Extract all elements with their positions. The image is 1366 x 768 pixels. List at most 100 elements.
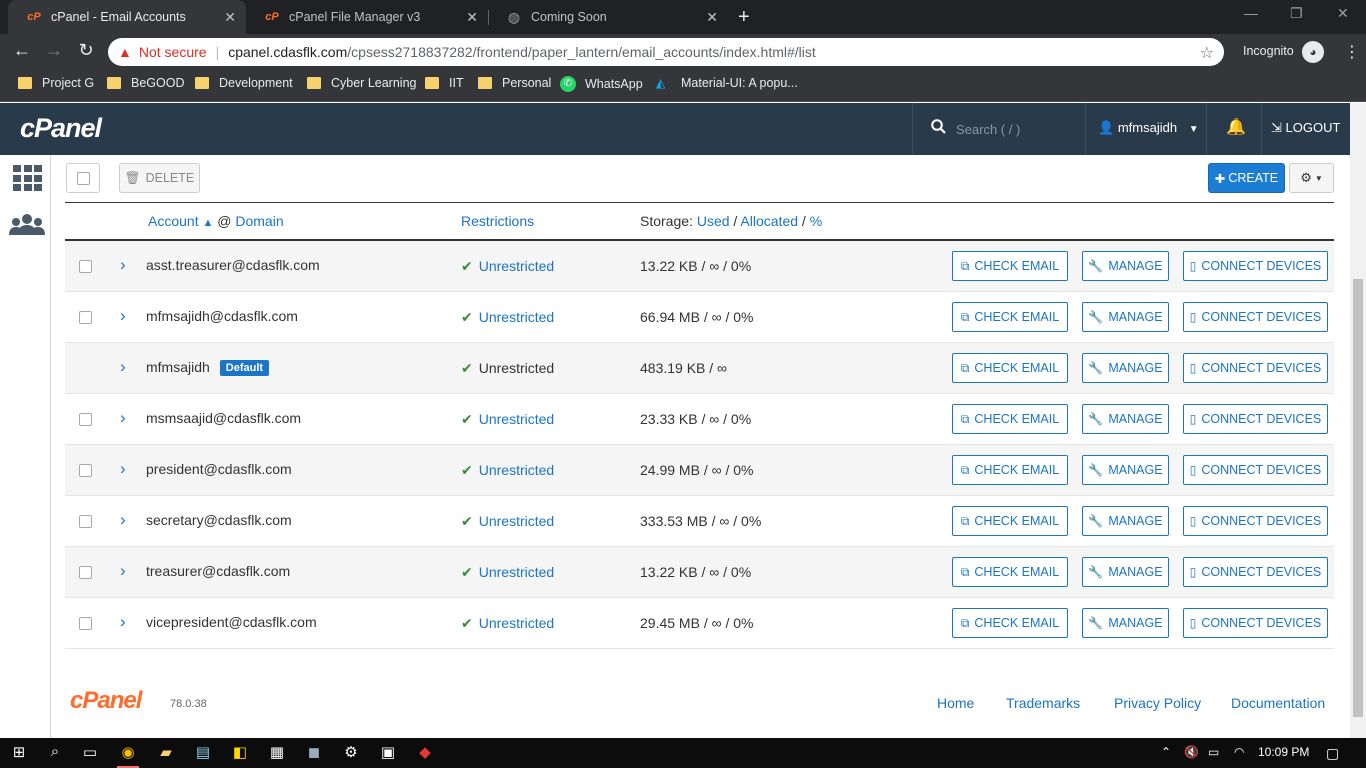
restriction-link[interactable]: Unrestricted (479, 615, 554, 631)
volume-muted-icon[interactable]: 🔇 (1184, 745, 1199, 759)
bookmark-material-ui[interactable]: ◭ Material-UI: A popu... (656, 76, 798, 90)
manage-button[interactable]: 🔧 MANAGE (1082, 302, 1169, 332)
restore-icon[interactable]: ❐ (1290, 5, 1303, 22)
logout-button[interactable]: ⇲ LOGOUT (1271, 120, 1340, 136)
row-checkbox[interactable] (79, 260, 92, 273)
windows-start-icon[interactable]: ⊞ (8, 743, 30, 761)
footer-link-privacy-policy[interactable]: Privacy Policy (1114, 695, 1201, 711)
forward-arrow-icon[interactable]: → (42, 40, 66, 61)
check-email-button[interactable]: ⧉ CHECK EMAIL (952, 353, 1068, 383)
restriction-link[interactable]: Unrestricted (479, 411, 554, 427)
connect-devices-button[interactable]: ▯ CONNECT DEVICES (1183, 455, 1328, 485)
clock-time[interactable]: 10:09 PM (1258, 745, 1309, 759)
search-input[interactable] (956, 121, 1076, 137)
cpanel-logo[interactable]: cPanel (20, 113, 102, 144)
connect-devices-button[interactable]: ▯ CONNECT DEVICES (1183, 404, 1328, 434)
chevron-up-icon[interactable]: ⌃ (1161, 745, 1171, 759)
bookmark-project-g[interactable]: Project G (18, 76, 94, 90)
battery-icon[interactable]: ▭ (1208, 745, 1219, 759)
restriction-link[interactable]: Unrestricted (479, 258, 554, 274)
remote-desktop-icon[interactable]: ▣ (377, 743, 399, 761)
manage-button[interactable]: 🔧 MANAGE (1082, 506, 1169, 536)
notepad-icon[interactable]: ▤ (192, 743, 214, 761)
manage-button[interactable]: 🔧 MANAGE (1082, 353, 1169, 383)
chevron-right-icon[interactable]: › (120, 255, 126, 275)
chevron-right-icon[interactable]: › (120, 459, 126, 479)
bookmark-begood[interactable]: BeGOOD (107, 76, 185, 90)
restriction-link[interactable]: Unrestricted (479, 462, 554, 478)
connect-devices-button[interactable]: ▯ CONNECT DEVICES (1183, 251, 1328, 281)
check-email-button[interactable]: ⧉ CHECK EMAIL (952, 557, 1068, 587)
scrollbar-thumb[interactable] (1353, 279, 1363, 717)
chevron-right-icon[interactable]: › (120, 408, 126, 428)
manage-button[interactable]: 🔧 MANAGE (1082, 455, 1169, 485)
row-checkbox[interactable] (79, 413, 92, 426)
row-checkbox[interactable] (79, 464, 92, 477)
star-icon[interactable]: ☆ (1200, 43, 1214, 63)
search-icon[interactable]: ⌕ (44, 743, 66, 760)
apps-grid-icon[interactable] (13, 165, 42, 191)
filezilla-icon[interactable]: ◆ (414, 743, 436, 761)
bookmark-whatsapp[interactable]: ✆ WhatsApp (560, 76, 643, 92)
chevron-right-icon[interactable]: › (120, 612, 126, 632)
back-arrow-icon[interactable]: ← (10, 40, 34, 61)
sticky-notes-icon[interactable]: ◧ (229, 743, 251, 761)
sort-used-link[interactable]: Used (697, 213, 730, 229)
select-all-checkbox[interactable] (66, 163, 100, 193)
footer-link-documentation[interactable]: Documentation (1231, 695, 1325, 711)
kebab-menu-icon[interactable]: ⋮ (1344, 42, 1360, 62)
new-tab-button[interactable]: + (738, 6, 758, 29)
manage-button[interactable]: 🔧 MANAGE (1082, 557, 1169, 587)
user-menu[interactable]: 👤 mfmsajidh ▼ (1098, 120, 1199, 136)
row-checkbox[interactable] (79, 311, 92, 324)
delete-button[interactable]: 🗑 DELETE (119, 163, 200, 193)
manage-button[interactable]: 🔧 MANAGE (1082, 251, 1169, 281)
footer-link-home[interactable]: Home (937, 695, 974, 711)
close-icon[interactable]: ✕ (224, 9, 236, 26)
address-bar[interactable]: ▲ Not secure | cpanel.cdasflk.com /cpses… (108, 38, 1224, 66)
restriction-link[interactable]: Unrestricted (479, 513, 554, 529)
notification-center-icon[interactable]: ▢ (1326, 745, 1339, 762)
check-email-button[interactable]: ⧉ CHECK EMAIL (952, 608, 1068, 638)
close-icon[interactable]: ✕ (706, 9, 718, 26)
check-email-button[interactable]: ⧉ CHECK EMAIL (952, 506, 1068, 536)
task-view-icon[interactable]: ▭ (79, 743, 101, 761)
calculator-icon[interactable]: ▦ (266, 743, 288, 761)
chevron-right-icon[interactable]: › (120, 306, 126, 326)
incognito-icon[interactable]: ◕ (1302, 41, 1324, 63)
sort-restrictions-link[interactable]: Restrictions (461, 213, 534, 229)
settings-gear-icon[interactable]: ⚙ (340, 743, 362, 761)
file-explorer-icon[interactable]: ▰ (155, 743, 177, 761)
connect-devices-button[interactable]: ▯ CONNECT DEVICES (1183, 302, 1328, 332)
chevron-right-icon[interactable]: › (120, 357, 126, 377)
bookmark-cyber-learning[interactable]: Cyber Learning (307, 76, 416, 90)
restriction-link[interactable]: Unrestricted (479, 564, 554, 580)
sort-percent-link[interactable]: % (810, 213, 822, 229)
sort-domain-link[interactable]: Domain (235, 213, 283, 229)
tab-email-accounts[interactable]: cP cPanel - Email Accounts ✕ (8, 0, 246, 34)
bell-icon[interactable]: 🔔 (1226, 117, 1246, 137)
check-email-button[interactable]: ⧉ CHECK EMAIL (952, 455, 1068, 485)
chevron-right-icon[interactable]: › (120, 510, 126, 530)
connect-devices-button[interactable]: ▯ CONNECT DEVICES (1183, 557, 1328, 587)
page-scrollbar[interactable] (1350, 103, 1366, 738)
tab-coming-soon[interactable]: ◍ Coming Soon ✕ (488, 0, 728, 34)
check-email-button[interactable]: ⧉ CHECK EMAIL (952, 302, 1068, 332)
bookmark-development[interactable]: Development (195, 76, 293, 90)
minimize-icon[interactable]: — (1244, 5, 1258, 21)
check-email-button[interactable]: ⧉ CHECK EMAIL (952, 251, 1068, 281)
close-icon[interactable]: ✕ (466, 9, 478, 26)
connect-devices-button[interactable]: ▯ CONNECT DEVICES (1183, 506, 1328, 536)
chevron-right-icon[interactable]: › (120, 561, 126, 581)
restriction-link[interactable]: Unrestricted (479, 309, 554, 325)
wifi-icon[interactable]: ◠ (1234, 745, 1244, 759)
users-icon[interactable] (9, 213, 45, 237)
window-close-icon[interactable]: ✕ (1337, 5, 1349, 22)
create-button[interactable]: ✚ CREATE (1208, 163, 1285, 193)
sort-allocated-link[interactable]: Allocated (740, 213, 798, 229)
connect-devices-button[interactable]: ▯ CONNECT DEVICES (1183, 353, 1328, 383)
tab-file-manager[interactable]: cP cPanel File Manager v3 ✕ (246, 0, 488, 34)
row-checkbox[interactable] (79, 566, 92, 579)
manage-button[interactable]: 🔧 MANAGE (1082, 404, 1169, 434)
bookmark-personal[interactable]: Personal (478, 76, 551, 90)
